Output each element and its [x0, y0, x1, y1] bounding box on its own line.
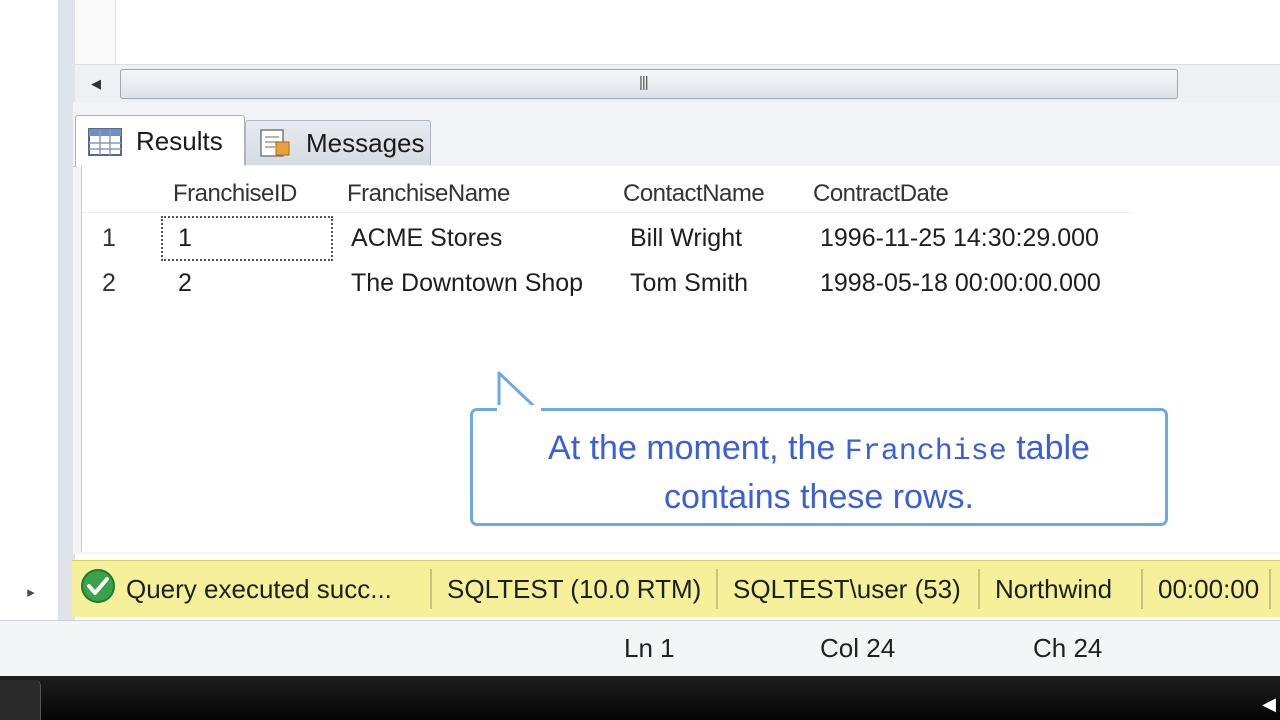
horizontal-scrollbar[interactable]: ◀ |||: [75, 64, 1280, 103]
cell-contractdate[interactable]: 1998-05-18 00:00:00.000: [820, 259, 1101, 304]
status-message: Query executed succ...: [72, 568, 432, 611]
tab-results[interactable]: Results: [75, 115, 245, 167]
cell-contactname[interactable]: Tom Smith: [630, 259, 748, 304]
row-number[interactable]: 1: [102, 214, 152, 259]
callout-text-after: table: [1016, 429, 1090, 467]
object-explorer-panel: ▸: [0, 0, 59, 620]
cell-franchisename[interactable]: The Downtown Shop: [351, 259, 583, 304]
cell-franchisename[interactable]: ACME Stores: [351, 214, 502, 259]
tab-results-label: Results: [136, 126, 223, 156]
column-header-contactname[interactable]: ContactName: [623, 166, 765, 212]
query-editor[interactable]: ◀ |||: [75, 0, 1280, 103]
column-header-franchisename[interactable]: FranchiseName: [347, 166, 510, 212]
callout-code: Franchise: [844, 435, 1007, 469]
editor-status-bar: Ln 1 Col 24 Ch 24: [0, 620, 1280, 677]
taskbar: ◀: [0, 676, 1280, 720]
scroll-left-icon[interactable]: ◀: [85, 73, 107, 95]
status-server: SQLTEST (10.0 RTM): [432, 569, 718, 609]
char-indicator: Ch 24: [1033, 633, 1103, 663]
table-row[interactable]: 2 2 The Downtown Shop Tom Smith 1998-05-…: [82, 259, 1132, 304]
focused-cell-outline: [161, 216, 333, 261]
callout-text-before: At the moment, the: [548, 429, 836, 467]
tab-messages-label: Messages: [306, 127, 425, 158]
row-number[interactable]: 2: [102, 259, 152, 304]
chevron-left-icon[interactable]: ◀: [1262, 694, 1276, 715]
tab-messages[interactable]: Messages: [245, 120, 431, 165]
query-status-bar: Query executed succ... SQLTEST (10.0 RTM…: [72, 560, 1280, 617]
grid-header: FranchiseID FranchiseName ContactName Co…: [82, 166, 1132, 213]
results-tabstrip: Results Messages: [73, 102, 1280, 167]
grid-icon: [88, 127, 122, 157]
tutorial-callout: At the moment, the Franchise table conta…: [470, 408, 1168, 526]
callout-line-2: contains these rows.: [664, 478, 974, 516]
scrollbar-thumb[interactable]: |||: [120, 69, 1178, 99]
messages-icon: [258, 128, 292, 158]
callout-line-1: At the moment, the Franchise table: [473, 426, 1165, 475]
success-icon: [80, 568, 116, 611]
grip-icon: |||: [639, 74, 649, 91]
editor-margin: [75, 0, 116, 64]
status-database: Northwind: [980, 569, 1143, 609]
column-header-contractdate[interactable]: ContractDate: [813, 166, 949, 212]
cell-franchiseid[interactable]: 2: [178, 259, 192, 304]
status-user: SQLTEST\user (53): [718, 569, 980, 609]
cell-contractdate[interactable]: 1996-11-25 14:30:29.000: [820, 214, 1099, 259]
status-elapsed-time: 00:00:00: [1143, 569, 1271, 609]
callout-pointer-join: [497, 405, 541, 411]
status-message-text: Query executed succ...: [126, 573, 392, 604]
line-indicator: Ln 1: [624, 633, 675, 663]
column-header-franchiseid[interactable]: FranchiseID: [173, 166, 297, 212]
taskbar-button[interactable]: [0, 680, 41, 720]
scroll-right-icon[interactable]: ▸: [22, 582, 40, 604]
column-indicator: Col 24: [820, 633, 896, 663]
cell-contactname[interactable]: Bill Wright: [630, 214, 742, 259]
